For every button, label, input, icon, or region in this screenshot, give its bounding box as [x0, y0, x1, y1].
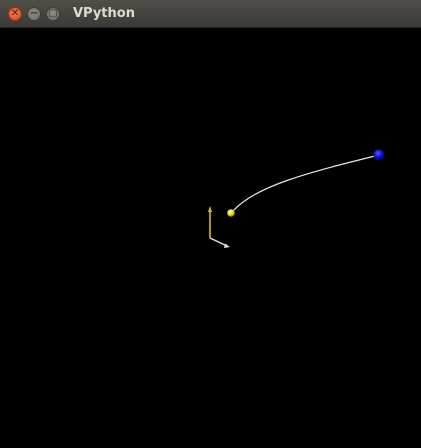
vpython-window: ✕ − ▢ VPython	[0, 0, 421, 448]
minimize-button[interactable]: −	[27, 7, 41, 21]
yellow-sphere	[227, 209, 235, 217]
close-button[interactable]: ✕	[8, 7, 22, 21]
window-title: VPython	[73, 6, 135, 21]
title-bar[interactable]: ✕ − ▢ VPython	[0, 0, 421, 28]
close-icon: ✕	[10, 8, 20, 19]
x-axis-arrow	[209, 237, 230, 248]
scene-canvas[interactable]	[0, 28, 421, 448]
scene-svg	[208, 149, 385, 248]
blue-sphere	[373, 149, 385, 161]
maximize-icon: ▢	[48, 8, 58, 19]
trail-curve	[232, 154, 380, 212]
minimize-icon: −	[29, 8, 39, 19]
y-axis-arrow	[208, 206, 212, 238]
maximize-button[interactable]: ▢	[46, 7, 60, 21]
